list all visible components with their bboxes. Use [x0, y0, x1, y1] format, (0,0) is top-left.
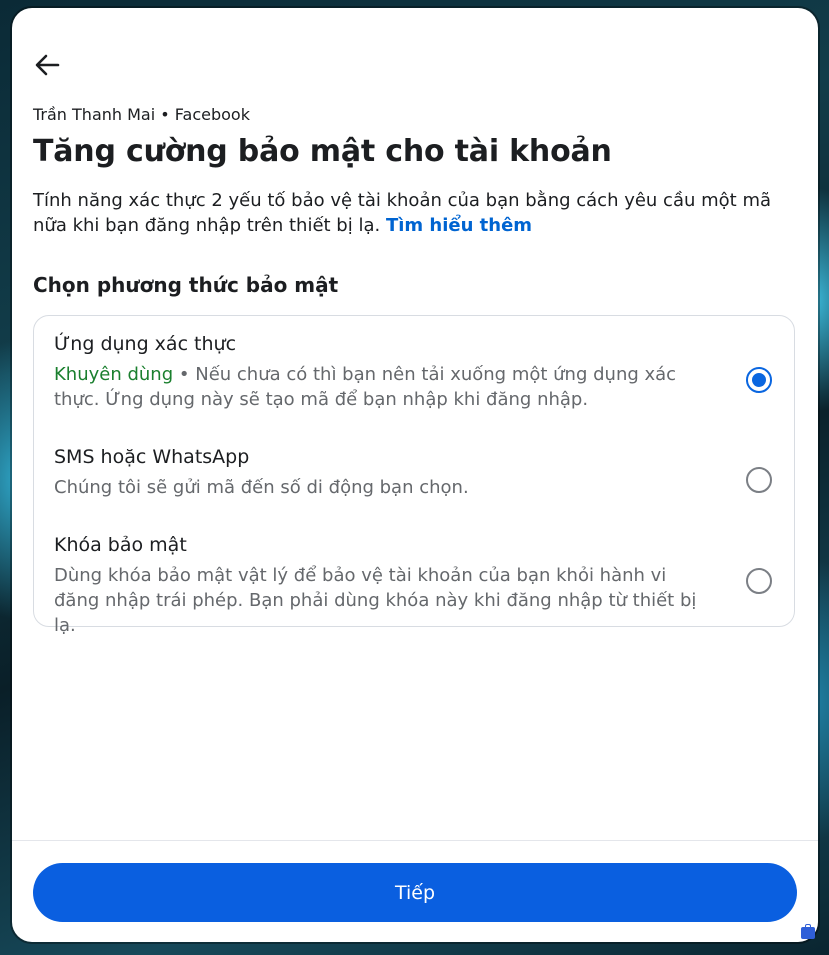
learn-more-link[interactable]: Tìm hiểu thêm: [386, 215, 532, 236]
option-description: Khuyên dùng • Nếu chưa có thì bạn nên tả…: [54, 362, 714, 412]
back-button[interactable]: [32, 52, 62, 78]
option-title: Khóa bảo mật: [54, 534, 187, 556]
page-description: Tính năng xác thực 2 yếu tố bảo vệ tài k…: [33, 188, 798, 238]
option-sms-whatsapp[interactable]: SMS hoặc WhatsApp Chúng tôi sẽ gửi mã đế…: [34, 426, 794, 516]
two-factor-dialog: Trần Thanh Mai • Facebook Tăng cường bảo…: [12, 8, 818, 942]
option-authenticator-app[interactable]: Ứng dụng xác thực Khuyên dùng • Nếu chưa…: [34, 316, 794, 426]
option-description: Chúng tôi sẽ gửi mã đến số di động bạn c…: [54, 477, 469, 498]
option-title: Ứng dụng xác thực: [54, 333, 237, 355]
security-method-list: Ứng dụng xác thực Khuyên dùng • Nếu chưa…: [33, 315, 795, 636]
footer-divider: [12, 840, 818, 841]
option-security-key[interactable]: Khóa bảo mật Dùng khóa bảo mật vật lý để…: [34, 516, 794, 636]
option-description: Dùng khóa bảo mật vật lý để bảo vệ tài k…: [54, 565, 697, 636]
recommended-badge: Khuyên dùng: [54, 364, 174, 385]
arrow-left-icon: [35, 54, 60, 76]
radio-authenticator-app[interactable]: [746, 367, 772, 393]
account-breadcrumb: Trần Thanh Mai • Facebook: [33, 105, 250, 124]
page-title: Tăng cường bảo mật cho tài khoản: [33, 134, 612, 169]
option-title: SMS hoặc WhatsApp: [54, 446, 250, 468]
radio-sms-whatsapp[interactable]: [746, 467, 772, 493]
continue-button[interactable]: Tiếp: [33, 863, 797, 922]
briefcase-icon[interactable]: [801, 924, 815, 939]
radio-security-key[interactable]: [746, 568, 772, 594]
section-heading: Chọn phương thức bảo mật: [33, 273, 339, 297]
